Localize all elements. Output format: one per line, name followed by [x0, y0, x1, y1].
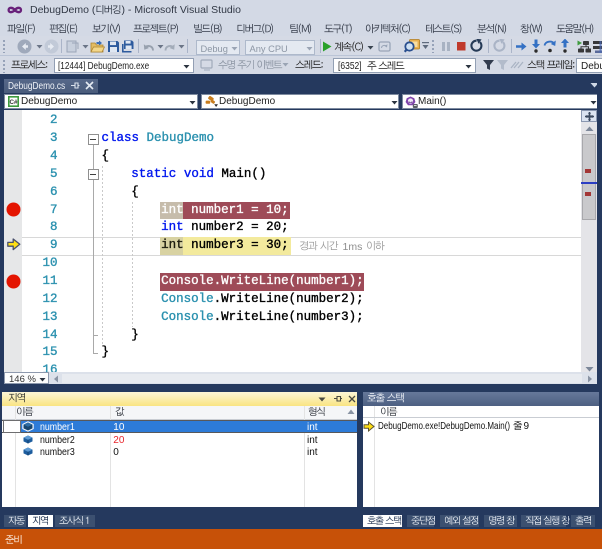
- svg-text:C#: C#: [9, 99, 17, 106]
